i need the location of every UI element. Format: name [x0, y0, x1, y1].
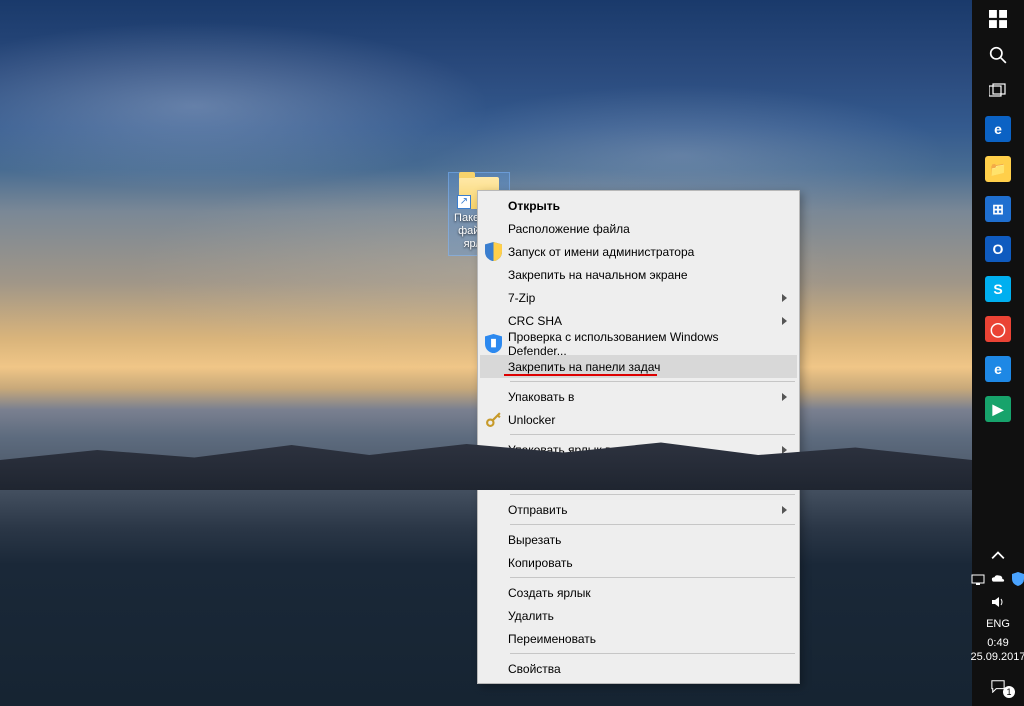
menu-separator: [510, 524, 795, 525]
menu-item-label: Переименовать: [508, 632, 596, 646]
menu-item-1[interactable]: Расположение файла: [480, 217, 797, 240]
menu-item-label: CRC SHA: [508, 314, 562, 328]
taskbar-app-edge[interactable]: e: [974, 110, 1022, 148]
skype-icon: S: [985, 276, 1011, 302]
chevron-right-icon: [782, 393, 787, 401]
taskbar-app-misc[interactable]: ▶: [974, 390, 1022, 428]
chrome-icon: ◯: [985, 316, 1011, 342]
chevron-right-icon: [782, 317, 787, 325]
desktop-wallpaper[interactable]: ↗ Пакетный файл — ярлык ОткрытьРасположе…: [0, 0, 972, 706]
menu-separator: [510, 381, 795, 382]
menu-item-label: Упаковать в: [508, 390, 574, 404]
menu-item-label: Запуск от имени администратора: [508, 245, 694, 259]
clock-time: 0:49: [970, 636, 1024, 650]
clock-date: 25.09.2017: [970, 650, 1024, 664]
menu-item-label: Копировать: [508, 556, 573, 570]
menu-item-23[interactable]: Переименовать: [480, 627, 797, 650]
menu-separator: [510, 653, 795, 654]
taskbar-app-skype[interactable]: S: [974, 270, 1022, 308]
menu-item-6[interactable]: Проверка с использованием Windows Defend…: [480, 332, 797, 355]
menu-item-label: Упаковать ярлык в: [508, 443, 611, 457]
taskbar-app-outlook[interactable]: O: [974, 230, 1022, 268]
menu-separator: [510, 577, 795, 578]
defender-icon: [485, 335, 502, 352]
notification-badge: 1: [1003, 686, 1015, 698]
tray-overflow-button[interactable]: [974, 546, 1022, 566]
menu-item-label: Восстановить прежнюю версию: [508, 473, 685, 487]
menu-item-label: Закрепить на начальном экране: [508, 268, 688, 282]
outlook-icon: O: [985, 236, 1011, 262]
menu-item-18[interactable]: Вырезать: [480, 528, 797, 551]
shortcut-arrow-icon: ↗: [457, 195, 471, 209]
ie-icon: e: [985, 356, 1011, 382]
menu-item-label: Расположение файла: [508, 222, 630, 236]
menu-item-19[interactable]: Копировать: [480, 551, 797, 574]
misc-icon: ▶: [985, 396, 1011, 422]
menu-item-label: Unlocker: [508, 413, 555, 427]
taskbar-app-store[interactable]: ⊞: [974, 190, 1022, 228]
menu-item-16[interactable]: Отправить: [480, 498, 797, 521]
menu-item-label: 7-Zip: [508, 291, 535, 305]
chevron-right-icon: [782, 294, 787, 302]
key-icon: [485, 411, 502, 428]
system-tray: ENG 0:49 25.09.2017 1: [972, 544, 1024, 706]
menu-separator: [510, 434, 795, 435]
context-menu: Открыть Расположение файла Запуск от имени…: [477, 190, 800, 684]
menu-item-label: Открыть: [508, 199, 560, 213]
task-view-button[interactable]: [974, 74, 1022, 108]
network-icon[interactable]: [971, 572, 985, 589]
taskbar: e 📁 ⊞ OS ◯ e ▶ ENG 0:49 25.09.2017 1: [972, 0, 1024, 706]
edge-icon: e: [985, 116, 1011, 142]
menu-separator: [510, 494, 795, 495]
menu-item-0[interactable]: Открыть: [480, 194, 797, 217]
shield-icon: [485, 243, 502, 260]
highlight-underline: [504, 374, 657, 376]
clock[interactable]: 0:49 25.09.2017: [970, 636, 1024, 664]
menu-item-label: Удалить: [508, 609, 554, 623]
taskbar-app-explorer[interactable]: 📁: [974, 150, 1022, 188]
taskbar-app-chrome[interactable]: ◯: [974, 310, 1022, 348]
language-indicator[interactable]: ENG: [986, 618, 1010, 630]
menu-item-label: Отправить: [508, 503, 568, 517]
menu-item-22[interactable]: Удалить: [480, 604, 797, 627]
menu-item-12[interactable]: Упаковать ярлык в: [480, 438, 797, 461]
menu-item-4[interactable]: 7-Zip: [480, 286, 797, 309]
onedrive-icon[interactable]: [991, 572, 1005, 589]
menu-item-label: Создать ярлык: [508, 586, 591, 600]
taskbar-app-ie[interactable]: e: [974, 350, 1022, 388]
menu-item-9[interactable]: Упаковать в: [480, 385, 797, 408]
menu-item-label: Вырезать: [508, 533, 561, 547]
menu-item-label: Проверка с использованием Windows Defend…: [508, 330, 777, 358]
explorer-icon: 📁: [985, 156, 1011, 182]
menu-separator: [510, 464, 795, 465]
menu-item-2[interactable]: Запуск от имени администратора: [480, 240, 797, 263]
start-button[interactable]: [974, 2, 1022, 36]
chevron-right-icon: [782, 446, 787, 454]
menu-item-3[interactable]: Закрепить на начальном экране: [480, 263, 797, 286]
menu-item-14[interactable]: Восстановить прежнюю версию: [480, 468, 797, 491]
menu-item-7[interactable]: Закрепить на панели задач: [480, 355, 797, 378]
menu-item-10[interactable]: Unlocker: [480, 408, 797, 431]
chevron-right-icon: [782, 506, 787, 514]
menu-item-label: Закрепить на панели задач: [508, 360, 660, 374]
menu-item-21[interactable]: Создать ярлык: [480, 581, 797, 604]
defender-tray-icon[interactable]: [1011, 572, 1024, 589]
search-button[interactable]: [974, 38, 1022, 72]
volume-icon[interactable]: [991, 595, 1005, 612]
menu-item-25[interactable]: Свойства: [480, 657, 797, 680]
action-center-button[interactable]: 1: [975, 670, 1021, 702]
store-icon: ⊞: [985, 196, 1011, 222]
menu-item-label: Свойства: [508, 662, 561, 676]
